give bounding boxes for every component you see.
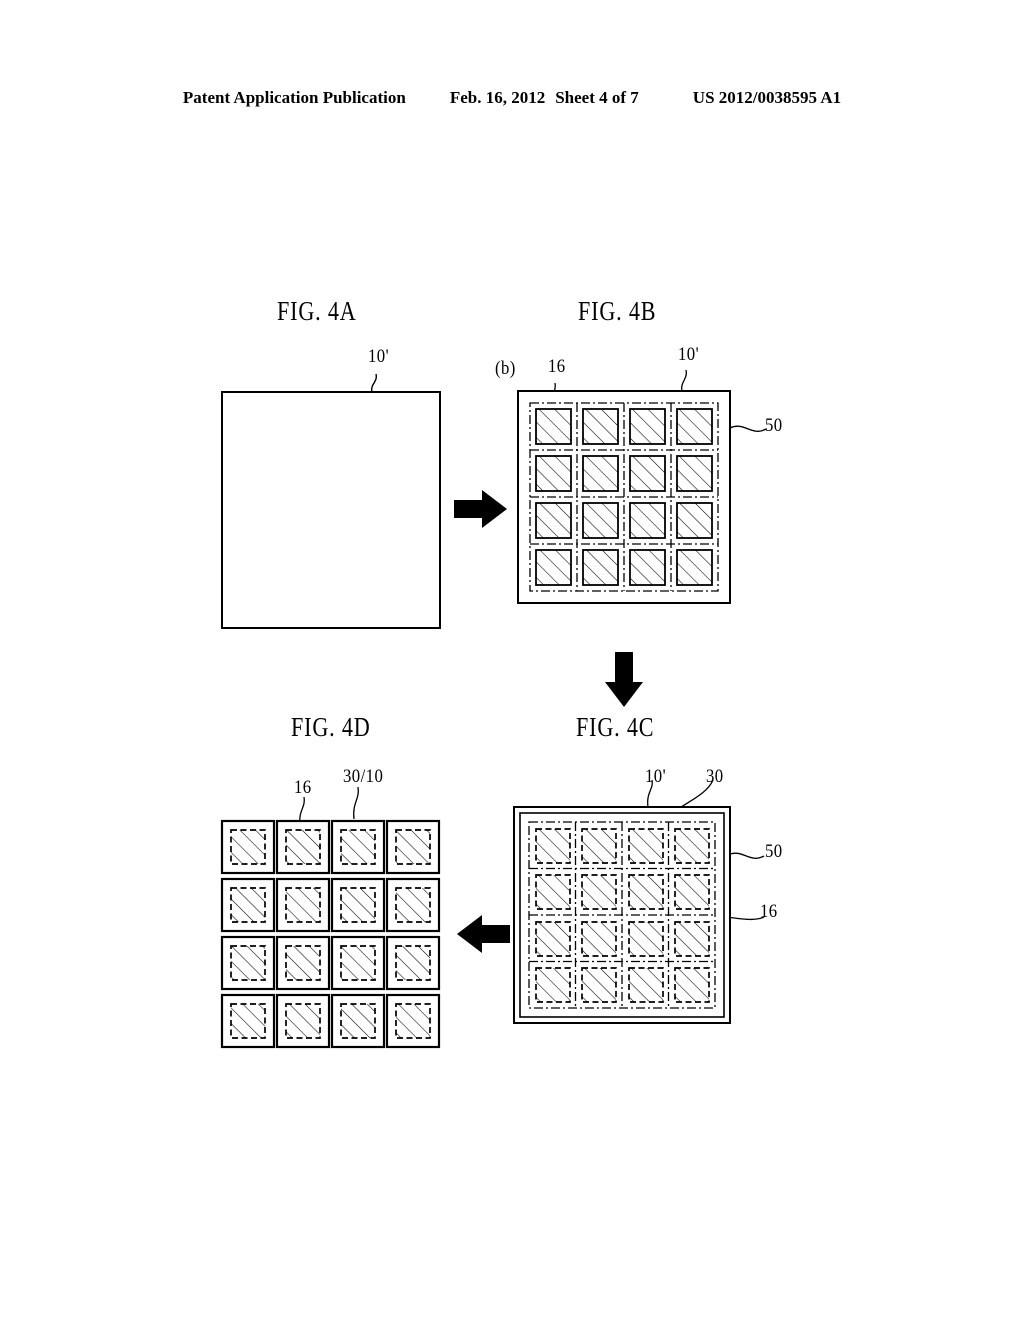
die: [385, 819, 441, 875]
publication-number: US 2012/0038595 A1: [692, 88, 842, 107]
fig-4a-title: FIG. 4A: [277, 296, 357, 326]
die: [330, 819, 386, 875]
fig-4a-drawing: [221, 373, 441, 629]
leader-line-10-prime: [647, 779, 653, 808]
die: [330, 993, 386, 1049]
fig-4c-drawing: [513, 779, 765, 1024]
fig-4c-title: FIG. 4C: [576, 712, 655, 742]
singulated-die-array: [220, 819, 441, 1049]
die: [330, 877, 386, 933]
leader-line-30-10: [353, 786, 359, 820]
publication-date: Feb. 16, 2012: [449, 88, 546, 107]
die: [275, 877, 331, 933]
arrow-4b-to-4c: [605, 652, 643, 707]
die: [330, 935, 386, 991]
die: [385, 877, 441, 933]
leader-line-10-prime: [370, 373, 378, 393]
fig-4b-drawing: [517, 369, 767, 604]
die: [220, 993, 276, 1049]
leader-line-50: [727, 852, 765, 859]
fig-4b-title: FIG. 4B: [578, 296, 657, 326]
die: [385, 993, 441, 1049]
die: [275, 993, 331, 1049]
die: [220, 819, 276, 875]
leader-line-10-prime: [681, 369, 687, 392]
sheet-label: Sheet 4 of 7: [555, 88, 639, 107]
die: [220, 935, 276, 991]
fig-4d-title: FIG. 4D: [291, 712, 371, 742]
die: [385, 935, 441, 991]
publication-label: Patent Application Publication: [182, 88, 406, 107]
die: [220, 877, 276, 933]
page-header: Patent Application Publication Feb. 16, …: [0, 88, 1024, 114]
fig-4d-drawing: [220, 786, 441, 1049]
wafer-blank-square: [221, 391, 441, 629]
leader-line-50: [729, 425, 767, 432]
die: [275, 935, 331, 991]
die: [275, 819, 331, 875]
